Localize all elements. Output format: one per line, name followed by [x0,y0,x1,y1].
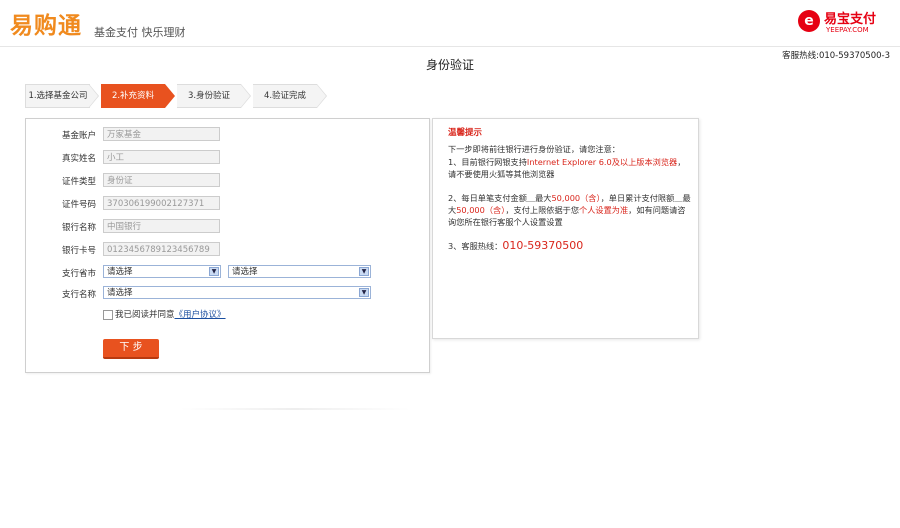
next-button[interactable]: 下 步 [103,339,159,359]
tip-1-highlight: Internet Explorer 6.0及以上版本浏览器 [526,157,678,167]
user-agreement-link[interactable]: 《用户协议》 [175,310,226,320]
fund-account-label: 基金账户 [62,131,97,141]
step-2: 2.补充资料 [101,84,165,108]
tip-item-2: 2、每日单笔支付金额＿最大50,000（含），单日累计支付限额＿最大50,000… [448,192,693,228]
tips-intro: 下一步即将前往银行进行身份验证，请您注意： [448,144,620,154]
branch-region-label: 支行省市 [62,269,97,279]
step-separator [317,84,327,108]
site-logo[interactable]: 易购通 [10,6,82,40]
chevron-down-icon[interactable]: ▼ [359,267,369,276]
id-number-field[interactable]: 370306199002127371 [103,196,220,210]
step-separator [165,84,175,108]
step-separator [241,84,251,108]
tip-item-3: 3、客服热线：010-59370500 [448,240,693,252]
step-separator [89,84,99,108]
tips-panel: 温馨提示 下一步即将前往银行进行身份验证，请您注意： 1、目前银行网银支持Int… [432,118,699,339]
hotline-label: 3、客服热线： [448,241,503,251]
chevron-down-icon[interactable]: ▼ [359,288,369,297]
tip-2-amount: 50,000（含） [551,193,601,203]
tip-2-amount: 50,000（含） [456,205,506,215]
real-name-label: 真实姓名 [62,154,97,164]
branch-name-label: 支行名称 [62,290,97,300]
province-select-value: 请选择 [107,267,133,277]
site-header: 易购通 基金支付 快乐理财 e 易宝支付 YEEPAY.COM [0,0,900,47]
hotline-number: 010-59370500 [502,239,584,252]
city-select-value: 请选择 [232,267,258,277]
tip-2-part: ，支付上限依据于您 [505,205,580,215]
id-number-label: 证件号码 [62,200,97,210]
bank-card-label: 银行卡号 [62,246,97,256]
brand-name: 易宝支付 [824,12,877,27]
tip-2-highlight: 个人设置为准 [579,205,629,215]
page-title: 身份验证 [425,58,474,72]
branch-name-select-value: 请选择 [107,288,133,298]
step-4: 4.验证完成 [253,84,317,108]
tip-1-prefix: 1、目前银行网银支持 [448,157,527,167]
agreement-checkbox[interactable] [103,309,113,320]
real-name-field[interactable]: 小工 [103,150,220,164]
brand-url: YEEPAY.COM [826,26,869,34]
divider [180,408,410,410]
bank-card-field[interactable]: 0123456789123456789 [103,242,220,256]
yeepay-brand[interactable]: e 易宝支付 YEEPAY.COM [798,8,890,38]
tips-title: 温馨提示 [448,128,483,138]
chevron-down-icon[interactable]: ▼ [209,267,219,276]
id-type-label: 证件类型 [62,177,97,187]
bank-name-field[interactable]: 中国银行 [103,219,220,233]
form-panel: 基金账户 万家基金 真实姓名 小工 证件类型 身份证 证件号码 37030619… [25,118,430,373]
site-slogan: 基金支付 快乐理财 [94,26,186,39]
id-type-field[interactable]: 身份证 [103,173,220,187]
agreement-text: 我已阅读并同意 [115,310,175,320]
tip-item-1: 1、目前银行网银支持Internet Explorer 6.0及以上版本浏览器，… [448,156,693,180]
agreement-row: 我已阅读并同意《用户协议》 [103,308,226,320]
province-select[interactable]: 请选择 ▼ [103,265,221,278]
step-1: 1.选择基金公司 [25,84,90,108]
bank-name-label: 银行名称 [62,223,97,233]
yeepay-logo-icon: e [798,10,820,32]
step-3: 3.身份验证 [177,84,241,108]
fund-account-field[interactable]: 万家基金 [103,127,220,141]
tip-2-part: 2、每日单笔支付金额＿最大 [448,193,552,203]
branch-name-select[interactable]: 请选择 ▼ [103,286,371,299]
city-select[interactable]: 请选择 ▼ [228,265,371,278]
